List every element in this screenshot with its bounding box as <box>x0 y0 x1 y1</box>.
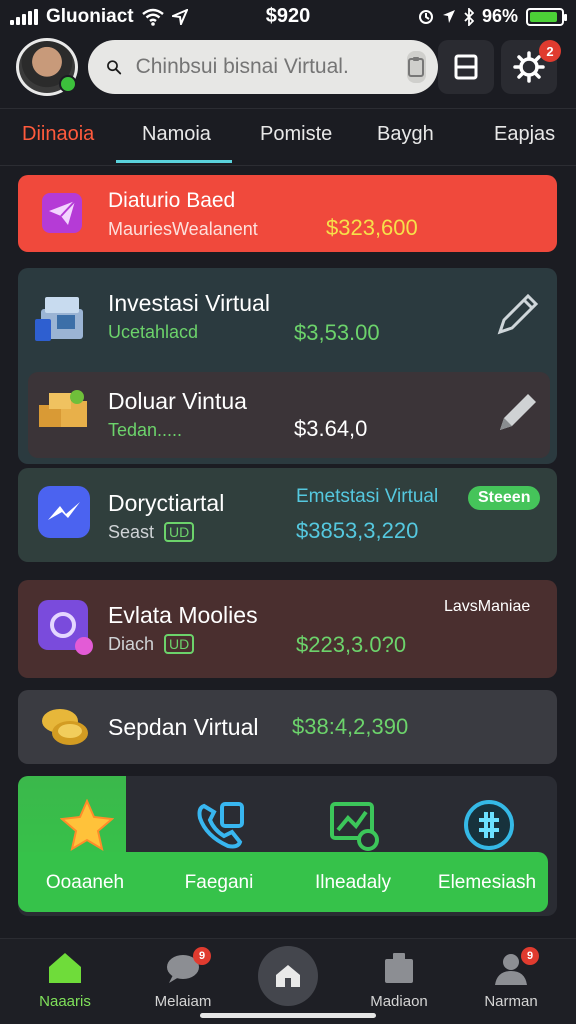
sepdan-card[interactable]: Sepdan Virtual $38:4,2,390 <box>18 690 557 764</box>
settings-button[interactable]: 2 <box>501 40 561 94</box>
bluetooth-icon <box>464 7 474 26</box>
messenger-icon <box>36 484 92 540</box>
promo-subtitle: MauriesWealanent <box>108 219 258 239</box>
doluar-subtitle: Tedan..... <box>108 420 183 440</box>
evlata-tag: UD <box>164 634 195 654</box>
alarm-icon <box>418 9 433 24</box>
dorycti-card[interactable]: Doryctiartal Seast UD Emetstasi Virtual … <box>18 468 557 562</box>
action-label: Faegani <box>184 872 254 893</box>
nav-label: Melaiam <box>154 993 212 1010</box>
tab-namoia[interactable]: Namoia <box>142 123 211 146</box>
chat-icon: 9 <box>165 947 211 985</box>
active-tab-indicator <box>116 160 232 163</box>
quick-actions-panel: Ooaaneh Faegani Ilneadaly Elemesiash <box>18 776 557 916</box>
dorycti-amount: $3853,3,220 <box>296 518 419 543</box>
location-icon <box>442 9 455 23</box>
edit-pencil-icon[interactable] <box>494 290 542 338</box>
sepdan-title: Sepdan Virtual <box>108 714 259 740</box>
doluar-card[interactable]: Doluar Vintua Tedan..... $3.64,0 <box>28 372 550 458</box>
doluar-amount: $3.64,0 <box>294 416 368 441</box>
evlata-card[interactable]: Evlata Moolies Diach UD LavsManiae $223,… <box>18 580 557 678</box>
tab-bar: Diinaoia Namoia Pomiste Baygh Eapjas <box>0 108 576 166</box>
house-icon <box>276 965 300 987</box>
status-badge: Steeen <box>468 486 541 510</box>
doluar-title: Doluar Vintua <box>108 388 247 414</box>
action-elemesiash[interactable]: Elemesiash <box>420 776 554 916</box>
nav-media[interactable]: Madiaon <box>344 951 454 1010</box>
promo-card[interactable]: Diaturio Baed MauriesWealanent $323,600 <box>18 175 557 252</box>
nav-home[interactable]: Naaaris <box>10 951 120 1010</box>
dorycti-subtitle: Seast <box>108 522 155 542</box>
phone-icon <box>194 798 248 852</box>
online-indicator <box>59 75 77 93</box>
home-indicator[interactable] <box>200 1013 376 1018</box>
tab-baygh[interactable]: Baygh <box>377 123 434 146</box>
action-label: Ilneadaly <box>314 872 392 893</box>
coins-icon <box>36 702 92 752</box>
action-ilneadaly[interactable]: Ilneadaly <box>286 776 420 916</box>
status-right: 96% <box>418 6 567 27</box>
evlata-corner-label: LavsManiae <box>444 598 531 615</box>
tab-pomiste[interactable]: Pomiste <box>260 123 332 146</box>
currency-icon <box>462 798 516 852</box>
action-ooaaneh[interactable]: Ooaaneh <box>18 776 152 916</box>
nav-profile[interactable]: 9 Narman <box>456 947 566 1010</box>
pen-icon[interactable] <box>494 388 542 436</box>
action-label: Elemesiash <box>437 872 537 893</box>
evlata-amount: $223,3.0?0 <box>296 632 407 657</box>
promo-amount: $323,600 <box>326 215 418 240</box>
tab-eapjas[interactable]: Eapjas <box>494 123 555 146</box>
sepdan-amount: $38:4,2,390 <box>292 714 409 739</box>
tab-diinaoia[interactable]: Diinaoia <box>22 123 94 146</box>
dorycti-title: Doryctiartal <box>108 490 225 516</box>
home-icon <box>47 951 83 985</box>
send-icon <box>40 191 84 235</box>
avatar[interactable] <box>16 38 78 96</box>
search-icon <box>107 60 122 75</box>
gift-box-icon <box>32 288 92 348</box>
battery-percent: 96% <box>481 6 518 26</box>
investasi-title: Investasi Virtual <box>108 290 270 316</box>
action-label: Ooaaneh <box>45 872 125 893</box>
investasi-amount: $3,53.00 <box>294 320 380 345</box>
dorycti-tag: UD <box>164 522 195 542</box>
chart-icon <box>328 798 382 852</box>
promo-title: Diaturio Baed <box>108 189 236 212</box>
dorycti-highlight: Emetstasi Virtual <box>296 486 439 507</box>
nav-label: Naaaris <box>39 993 91 1010</box>
search-input[interactable] <box>135 55 407 79</box>
search-bar[interactable] <box>88 40 438 94</box>
user-icon: 9 <box>493 947 539 985</box>
app-icon <box>36 598 96 658</box>
briefcase-icon <box>381 951 417 985</box>
action-faegani[interactable]: Faegani <box>152 776 286 916</box>
notification-badge: 2 <box>539 40 561 62</box>
investasi-subtitle: Ucetahlacd <box>108 322 199 342</box>
nav-badge: 9 <box>193 947 211 965</box>
boxes-icon <box>34 386 94 438</box>
evlata-title: Evlata Moolies <box>108 602 258 628</box>
nav-messages[interactable]: 9 Melaiam <box>128 947 238 1010</box>
star-icon <box>60 798 114 852</box>
nav-badge: 9 <box>521 947 539 965</box>
battery-icon <box>526 7 567 26</box>
menu-button[interactable] <box>438 40 494 94</box>
center-home-button[interactable] <box>258 946 318 1006</box>
evlata-subtitle: Diach <box>108 634 155 654</box>
status-bar: Gluoniact $920 96% <box>0 0 576 34</box>
clipboard-icon[interactable] <box>406 51 426 83</box>
nav-label: Narman <box>484 993 538 1010</box>
investasi-card[interactable]: Investasi Virtual Ucetahlacd $3,53.00 <box>18 268 557 366</box>
list-icon <box>454 54 478 80</box>
nav-label: Madiaon <box>370 993 428 1010</box>
